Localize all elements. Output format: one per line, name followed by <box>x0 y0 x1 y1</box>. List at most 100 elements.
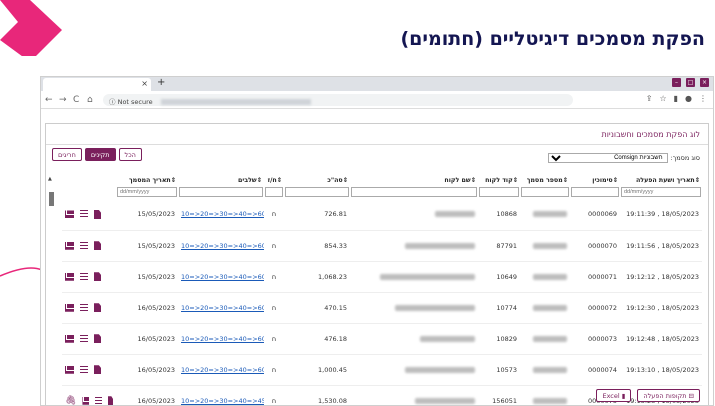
pdf-icon[interactable] <box>94 365 101 375</box>
cust-code-filter[interactable] <box>479 187 519 198</box>
back-arrow-icon[interactable]: ← <box>45 95 53 105</box>
total-filter[interactable] <box>285 187 349 198</box>
tab-close-icon[interactable]: × <box>141 79 148 88</box>
steps-link[interactable]: 10=>20=>30=>40=>60 <box>181 366 264 374</box>
pdf-icon[interactable] <box>94 303 101 313</box>
doc-type-select[interactable]: חשבוניות Comsign <box>547 153 668 163</box>
star-icon[interactable]: ☆ <box>659 94 666 103</box>
col-cust-code[interactable]: ⇕קוד לקוח <box>478 176 520 185</box>
vertical-scrollbar[interactable]: ▲ <box>48 176 55 386</box>
maximize-button[interactable]: □ <box>686 78 695 87</box>
details-list-icon[interactable] <box>80 272 88 281</box>
home-icon[interactable]: ⌂ <box>87 95 93 105</box>
cell-doc-no-redacted <box>520 199 570 231</box>
steps-link[interactable]: 10=>20=>30=>40=>45=>50=>60 <box>181 397 264 405</box>
steps-link[interactable]: 10=>20=>30=>40=>60 <box>181 242 264 250</box>
doc-no-filter[interactable] <box>521 187 569 198</box>
email-icon[interactable] <box>65 303 74 312</box>
sidebar-icon[interactable]: ▮ <box>674 94 678 103</box>
doc-date-filter[interactable] <box>117 187 177 198</box>
col-cust-name[interactable]: ⇕שם לקוח <box>350 176 478 185</box>
redacted-text <box>533 335 567 342</box>
filter-exceptions-button[interactable]: חריגים <box>52 148 82 161</box>
details-list-icon[interactable] <box>95 396 102 405</box>
minimize-button[interactable]: – <box>672 78 681 87</box>
steps-link[interactable]: 10=>20=>30=>40=>60 <box>181 273 264 281</box>
decorative-curve <box>0 267 42 277</box>
redacted-text <box>533 273 567 280</box>
filter-all-button[interactable]: הכל <box>118 148 142 161</box>
steps-link[interactable]: 10=>20=>30=>40=>60 <box>181 304 264 312</box>
cell-sign: ח <box>264 323 284 355</box>
details-list-icon[interactable] <box>80 303 88 312</box>
email-icon[interactable] <box>65 210 74 219</box>
pdf-icon[interactable] <box>107 396 113 405</box>
table-row[interactable]: 18/05/2023 , 19:13:10 0000074 10573 1,000.4… <box>62 354 702 386</box>
table-row[interactable]: 18/05/2023 , 19:12:30 0000072 10774 470.15 ח… <box>62 292 702 324</box>
slide-title: הפקת מסמכים דיגיטליים (חתומים) <box>400 28 705 50</box>
redacted-text <box>533 242 567 249</box>
table-row[interactable]: 18/05/2023 , 19:12:48 0000073 10829 476.18 ח… <box>62 323 702 355</box>
share-icon[interactable]: ⇪ <box>646 94 653 103</box>
table-row[interactable]: 18/05/2023 , 19:11:39 0000069 10868 726.81 ח… <box>62 199 702 231</box>
cell-actions <box>62 261 116 293</box>
cust-name-filter[interactable] <box>351 187 477 198</box>
col-doc-no[interactable]: ⇕מספר מסמך <box>520 176 570 185</box>
redacted-text <box>435 211 475 218</box>
email-icon[interactable] <box>65 241 74 250</box>
pdf-icon[interactable] <box>94 272 101 282</box>
cell-doc-no-redacted <box>520 323 570 355</box>
table-row[interactable]: 18/05/2023 , 19:12:12 0000071 10649 1,068.2… <box>62 261 702 293</box>
profile-icon[interactable]: ● <box>685 94 692 103</box>
cell-sign: ח <box>264 230 284 262</box>
forward-arrow-icon[interactable]: → <box>59 95 67 105</box>
col-doc-date[interactable]: ⇕תאריך המסמך <box>116 176 178 185</box>
email-icon[interactable] <box>82 396 90 405</box>
col-sign[interactable]: ⇕ח/ז <box>264 176 284 185</box>
details-list-icon[interactable] <box>80 241 88 250</box>
cell-sign: ח <box>264 292 284 324</box>
filter-valid-button[interactable]: תקינים <box>84 148 116 161</box>
sign-filter[interactable] <box>265 187 283 198</box>
scroll-up-icon[interactable]: ▲ <box>48 176 52 182</box>
documents-log-panel: לוג הפקת מסמכים וחשבוניות סוג מסמך: חשבו… <box>45 123 709 405</box>
pdf-icon[interactable] <box>94 334 101 344</box>
col-run-date[interactable]: ⇕תאריך ושעת הפעלה <box>620 176 702 185</box>
col-steps[interactable]: ⇕שלבים <box>178 176 264 185</box>
pdf-icon[interactable] <box>94 209 101 219</box>
table-row[interactable]: 18/05/2023 , 19:11:56 0000070 87791 854.33 ח… <box>62 230 702 262</box>
menu-icon[interactable]: ⋮ <box>699 94 707 103</box>
cell-cust-code: 10868 <box>478 199 520 231</box>
cell-doc-date: 15/05/2023 <box>116 261 178 293</box>
excel-export-button[interactable]: ▮ Excel <box>596 389 632 402</box>
documents-table: ⇕תאריך ושעת הפעלה ⇕סימוכין ⇕מספר מסמך ⇕ק… <box>62 176 702 405</box>
email-icon[interactable] <box>65 334 74 343</box>
reload-icon[interactable]: C <box>73 95 79 105</box>
run-date-filter[interactable] <box>621 187 701 198</box>
scroll-thumb[interactable] <box>49 192 54 206</box>
attachment-icon[interactable]: 🖇 <box>65 396 76 405</box>
pdf-icon[interactable] <box>94 241 101 251</box>
url-input[interactable]: ⓘ Not secure <box>103 94 573 106</box>
steps-filter[interactable] <box>179 187 263 198</box>
details-list-icon[interactable] <box>80 334 88 343</box>
cell-run-date: 18/05/2023 , 19:12:12 <box>620 261 702 293</box>
close-window-button[interactable]: × <box>700 78 709 87</box>
details-list-icon[interactable] <box>80 365 88 374</box>
col-ref[interactable]: ⇕סימוכין <box>570 176 620 185</box>
redacted-text <box>533 397 567 404</box>
email-icon[interactable] <box>65 272 74 281</box>
email-icon[interactable] <box>65 365 74 374</box>
ref-filter[interactable] <box>571 187 619 198</box>
steps-link[interactable]: 10=>20=>30=>40=>60 <box>181 335 264 343</box>
cell-total: 726.81 <box>284 199 350 231</box>
details-list-icon[interactable] <box>80 210 88 219</box>
col-total[interactable]: ⇕סה"כ <box>284 176 350 185</box>
run-periods-button[interactable]: ⊟ תקופות הפעלה <box>637 389 700 402</box>
steps-link[interactable]: 10=>20=>30=>40=>60 <box>181 210 264 218</box>
redacted-text <box>415 397 475 404</box>
cell-doc-date: 16/05/2023 <box>116 292 178 324</box>
redacted-text <box>533 366 567 373</box>
browser-tab[interactable]: × <box>43 78 151 91</box>
new-tab-button[interactable]: + <box>157 77 165 88</box>
